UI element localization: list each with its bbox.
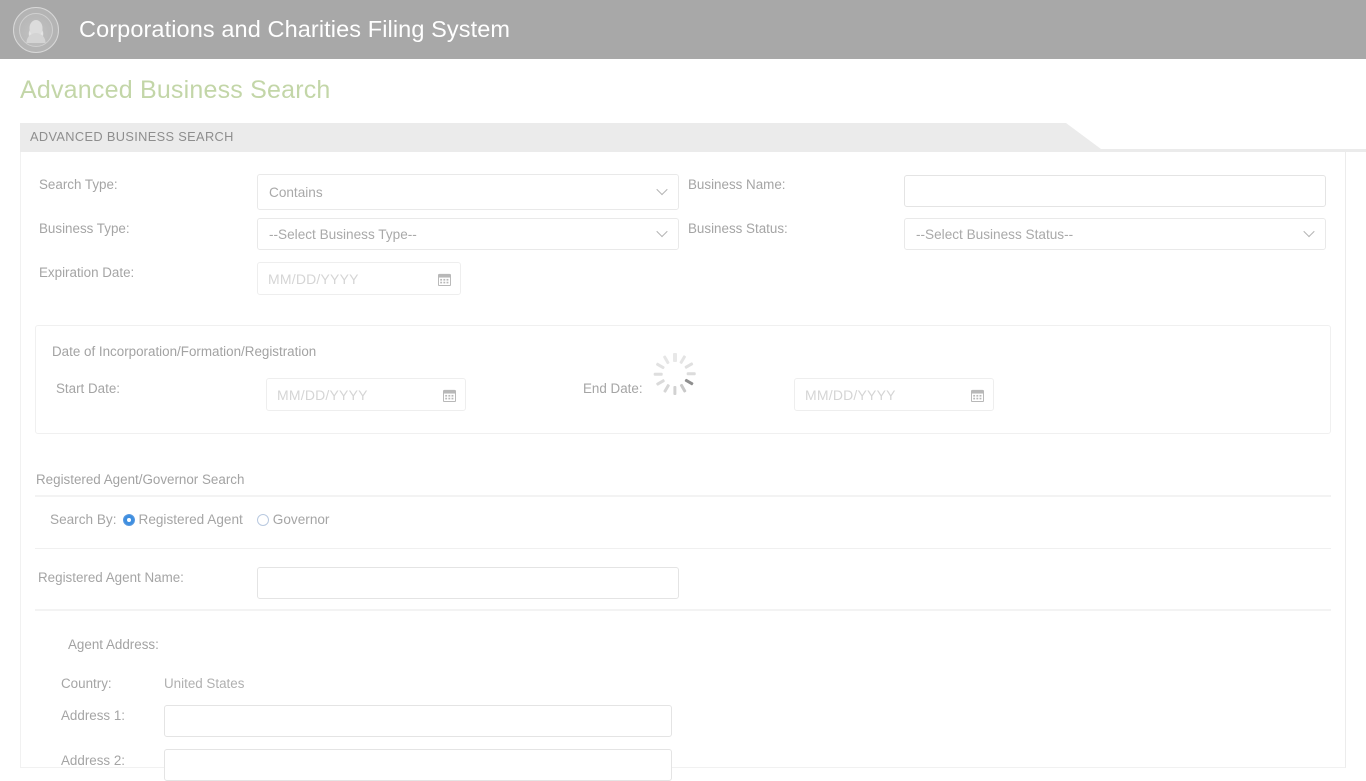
search-by-divider: [35, 548, 1331, 549]
start-date-label: Start Date:: [56, 381, 121, 396]
chevron-down-icon: [1305, 229, 1314, 238]
loading-spinner: [653, 352, 697, 396]
end-date-field[interactable]: [794, 378, 994, 411]
expiration-date-label: Expiration Date:: [39, 265, 135, 280]
start-date-input[interactable]: [266, 378, 466, 411]
business-status-select[interactable]: --Select Business Status--: [904, 218, 1326, 250]
business-status-value: --Select Business Status--: [916, 226, 1074, 242]
end-date-label: End Date:: [583, 381, 643, 396]
registered-agent-name-input[interactable]: [257, 567, 679, 599]
business-type-label: Business Type:: [39, 221, 130, 236]
start-date-field[interactable]: [266, 378, 466, 411]
address-1-input[interactable]: [164, 705, 672, 737]
chevron-down-icon: [658, 229, 667, 238]
chevron-down-icon: [658, 187, 667, 196]
page-title: Advanced Business Search: [20, 76, 331, 104]
end-date-input[interactable]: [794, 378, 994, 411]
business-status-label: Business Status:: [688, 221, 788, 236]
radio-registered-agent[interactable]: [122, 513, 135, 526]
app-header: Corporations and Charities Filing System: [0, 0, 1366, 59]
radio-governor[interactable]: [256, 513, 269, 526]
business-name-label: Business Name:: [688, 177, 786, 192]
radio-governor-label: Governor: [272, 512, 330, 527]
section-divider: [35, 495, 1331, 497]
radio-registered-agent-label: Registered Agent: [138, 512, 243, 527]
business-type-select[interactable]: --Select Business Type--: [257, 218, 679, 250]
search-type-label: Search Type:: [39, 177, 118, 192]
search-type-value: Contains: [269, 184, 323, 200]
incorporation-date-title: Date of Incorporation/Formation/Registra…: [52, 344, 317, 359]
search-by-radio-group[interactable]: Search By: Registered Agent Governor: [50, 512, 343, 527]
tab-advanced-business-search-label: ADVANCED BUSINESS SEARCH: [30, 129, 234, 144]
address-2-input[interactable]: [164, 749, 672, 781]
washington-state-seal-icon: [13, 6, 59, 53]
country-value: United States: [164, 676, 245, 691]
business-type-value: --Select Business Type--: [269, 226, 417, 242]
country-label: Country:: [61, 676, 112, 691]
address-2-label: Address 2:: [61, 753, 126, 768]
app-title: Corporations and Charities Filing System: [79, 16, 511, 42]
tab-strip: ADVANCED BUSINESS SEARCH: [20, 123, 1366, 152]
agent-governor-search-heading: Registered Agent/Governor Search: [36, 472, 245, 487]
search-by-label: Search By:: [50, 512, 117, 527]
expiration-date-input[interactable]: [257, 262, 461, 295]
expiration-date-field[interactable]: [257, 262, 461, 295]
registered-agent-name-label: Registered Agent Name:: [38, 570, 184, 585]
agent-address-divider: [35, 609, 1331, 611]
address-1-label: Address 1:: [61, 708, 126, 723]
advanced-business-search-panel: Search Type: Contains Business Name: Bus…: [20, 152, 1346, 781]
agent-address-title: Agent Address:: [68, 637, 159, 652]
search-type-select[interactable]: Contains: [257, 174, 679, 210]
business-name-input[interactable]: [904, 175, 1326, 207]
